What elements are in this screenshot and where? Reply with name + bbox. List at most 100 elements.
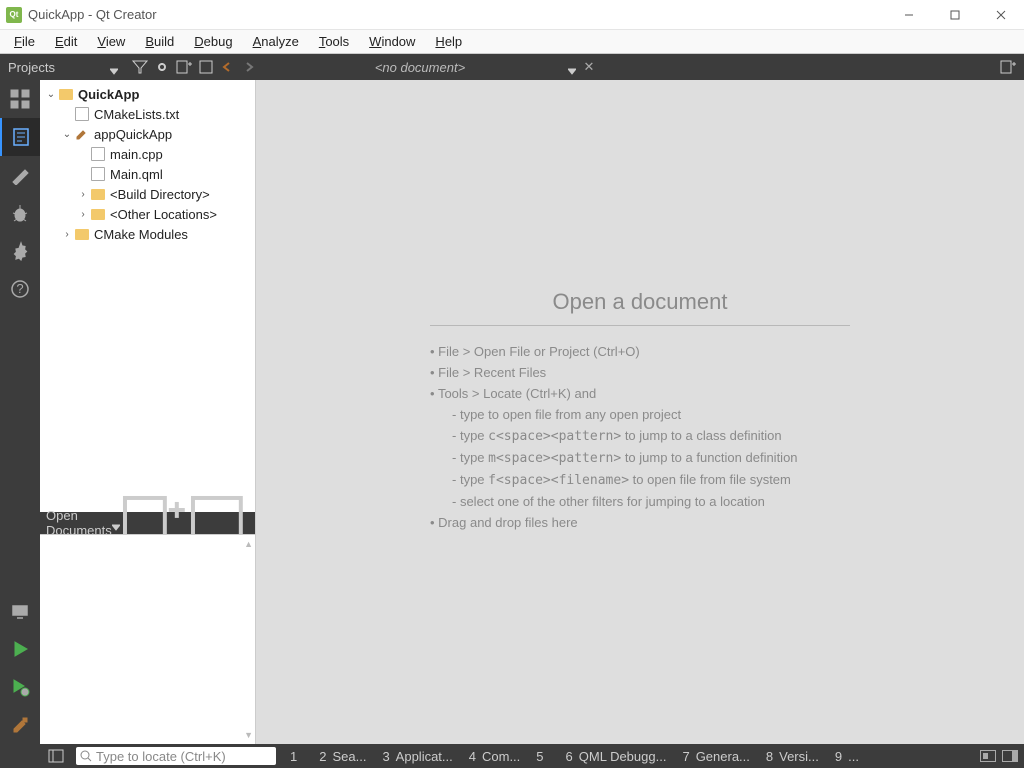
expander-icon[interactable]: › [60, 229, 74, 240]
output-tab[interactable]: 4Com... [461, 749, 529, 764]
output-tab[interactable]: 3Applicat... [374, 749, 460, 764]
target-icon [74, 126, 90, 142]
mode-debug[interactable] [0, 194, 40, 232]
output-tab[interactable]: 7Genera... [674, 749, 757, 764]
output-tab[interactable]: 9... [827, 749, 867, 764]
output-tab[interactable]: 5 [528, 749, 557, 764]
menu-analyze[interactable]: Analyze [243, 32, 309, 51]
mode-design[interactable] [0, 156, 40, 194]
placeholder-subline: type to open file from any open project [452, 407, 850, 422]
placeholder-subline: type f<space><filename> to open file fro… [452, 472, 850, 488]
output-tab[interactable]: 2Sea... [311, 749, 374, 764]
output-tab[interactable]: 1 [282, 749, 311, 764]
projects-pane-label[interactable]: Projects [8, 60, 110, 75]
tree-file-cmakelists[interactable]: CMakeLists.txt [40, 104, 255, 124]
tree-label: appQuickApp [94, 127, 172, 142]
placeholder-line: Drag and drop files here [430, 515, 850, 530]
nav-back-button[interactable] [216, 62, 238, 72]
tree-target[interactable]: ⌄ appQuickApp [40, 124, 255, 144]
document-selector-label: <no document> [375, 60, 465, 75]
kit-selector[interactable] [0, 592, 40, 630]
close-document-button[interactable]: ✕ [580, 59, 598, 75]
menu-window[interactable]: Window [359, 32, 425, 51]
tree-label: Main.qml [110, 167, 163, 182]
folder-icon [74, 226, 90, 242]
editor-placeholder: Open a document File > Open File or Proj… [430, 289, 850, 536]
maximize-button[interactable] [932, 0, 978, 30]
placeholder-line: File > Open File or Project (Ctrl+O) [430, 344, 850, 359]
menu-tools[interactable]: Tools [309, 32, 359, 51]
menubar: File Edit View Build Debug Analyze Tools… [0, 30, 1024, 54]
nav-forward-button[interactable] [238, 62, 260, 72]
locator-placeholder: Type to locate (Ctrl+K) [96, 749, 226, 764]
mode-projects[interactable] [0, 232, 40, 270]
cpp-file-icon [90, 146, 106, 162]
tree-label: main.cpp [110, 147, 163, 162]
mode-help[interactable]: ? [0, 270, 40, 308]
locator-input[interactable]: Type to locate (Ctrl+K) [76, 747, 276, 765]
menu-file[interactable]: File [4, 32, 45, 51]
project-tree[interactable]: ⌄ QuickApp CMakeLists.txt ⌄ appQuickApp … [40, 80, 255, 512]
run-button[interactable] [0, 630, 40, 668]
mode-welcome[interactable] [0, 80, 40, 118]
mode-edit[interactable] [0, 118, 40, 156]
sidebar-toggle-button[interactable] [42, 744, 70, 768]
document-selector-caret-icon [568, 63, 576, 71]
project-icon [58, 86, 74, 102]
progress-toggle-button[interactable] [980, 750, 996, 762]
open-documents-list[interactable]: ▲ ▼ [40, 534, 255, 744]
editor-area[interactable]: Open a document File > Open File or Proj… [256, 80, 1024, 744]
open-documents-header[interactable]: Open Documents [40, 512, 255, 534]
link-icon[interactable] [152, 57, 172, 77]
menu-help[interactable]: Help [425, 32, 472, 51]
svg-text:?: ? [16, 281, 23, 296]
app-icon: Qt [6, 7, 22, 23]
activity-rail: ? [0, 80, 40, 744]
main-area: ⌄ QuickApp CMakeLists.txt ⌄ appQuickApp … [40, 80, 1024, 744]
document-selector[interactable]: <no document> [260, 57, 580, 77]
tree-label: QuickApp [78, 87, 139, 102]
split-close-icon[interactable] [196, 57, 216, 77]
expander-icon[interactable]: ⌄ [60, 129, 74, 140]
scroll-up-icon[interactable]: ▲ [244, 539, 253, 549]
expander-icon[interactable]: › [76, 209, 90, 220]
minimize-button[interactable] [886, 0, 932, 30]
menu-view[interactable]: View [87, 32, 135, 51]
sidebar: ⌄ QuickApp CMakeLists.txt ⌄ appQuickApp … [40, 80, 256, 744]
menu-debug[interactable]: Debug [184, 32, 242, 51]
folder-icon [90, 206, 106, 222]
menu-build[interactable]: Build [135, 32, 184, 51]
run-debug-button[interactable] [0, 668, 40, 706]
tree-builddir[interactable]: › <Build Directory> [40, 184, 255, 204]
expander-icon[interactable]: › [76, 189, 90, 200]
output-tab[interactable]: 8Versi... [758, 749, 827, 764]
status-bar: Type to locate (Ctrl+K) 1 2Sea... 3Appli… [0, 744, 1024, 768]
placeholder-subline: type c<space><pattern> to jump to a clas… [452, 428, 850, 444]
placeholder-title: Open a document [430, 289, 850, 326]
output-tab[interactable]: 6QML Debugg... [558, 749, 675, 764]
scroll-down-icon[interactable]: ▼ [244, 730, 253, 740]
search-icon [80, 750, 92, 762]
file-icon [74, 106, 90, 122]
expander-icon[interactable]: ⌄ [44, 89, 58, 100]
open-documents-dropdown-icon[interactable] [112, 519, 120, 527]
tree-file-maincpp[interactable]: main.cpp [40, 144, 255, 164]
placeholder-subline: select one of the other filters for jump… [452, 494, 850, 509]
tree-file-mainqml[interactable]: Main.qml [40, 164, 255, 184]
editor-split-add-icon[interactable] [998, 57, 1018, 77]
folder-icon [90, 186, 106, 202]
filter-icon[interactable] [130, 57, 150, 77]
split-add-icon[interactable] [174, 57, 194, 77]
tree-label: <Build Directory> [110, 187, 210, 202]
tree-label: CMake Modules [94, 227, 188, 242]
tree-otherloc[interactable]: › <Other Locations> [40, 204, 255, 224]
close-button[interactable] [978, 0, 1024, 30]
right-sidebar-toggle-button[interactable] [1002, 750, 1018, 762]
build-button[interactable] [0, 706, 40, 744]
projects-dropdown-icon[interactable] [110, 63, 118, 71]
placeholder-line: Tools > Locate (Ctrl+K) and [430, 386, 850, 401]
tree-cmake-modules[interactable]: › CMake Modules [40, 224, 255, 244]
tree-root[interactable]: ⌄ QuickApp [40, 84, 255, 104]
qml-file-icon [90, 166, 106, 182]
menu-edit[interactable]: Edit [45, 32, 87, 51]
